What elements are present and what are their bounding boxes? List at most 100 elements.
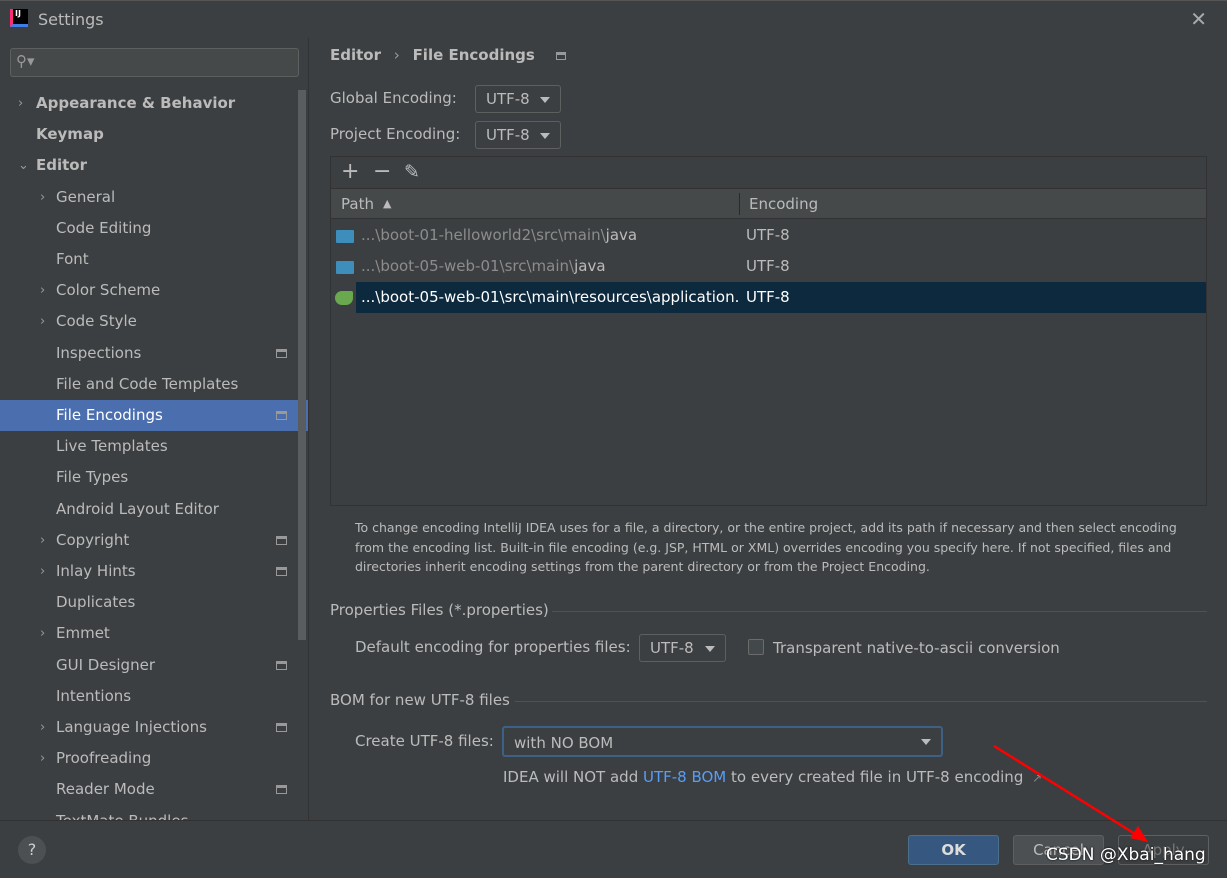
close-icon[interactable]: ✕ — [1190, 7, 1207, 31]
sidebar-item-android-layout-editor[interactable]: Android Layout Editor — [0, 494, 308, 525]
sidebar-item-inspections[interactable]: Inspections — [0, 338, 308, 369]
help-button[interactable]: ? — [18, 836, 46, 864]
sidebar-item-code-editing[interactable]: Code Editing — [0, 213, 308, 244]
add-icon[interactable]: + — [341, 159, 359, 184]
sidebar-item-label: Color Scheme — [56, 281, 161, 300]
project-scope-icon — [555, 52, 566, 60]
sidebar-item-font[interactable]: Font — [0, 244, 308, 275]
sidebar-item-file-encodings[interactable]: File Encodings — [0, 400, 308, 431]
watermark: CSDN @Xbai_hang — [1046, 845, 1206, 865]
intellij-logo-icon: IJ — [10, 9, 28, 27]
sidebar-item-label: Code Editing — [56, 218, 152, 237]
create-utf8-value: with NO BOM — [514, 734, 614, 752]
chevron-right-icon[interactable]: › — [40, 712, 45, 743]
project-encoding-select[interactable]: UTF-8 — [475, 121, 561, 149]
sidebar-item-code-style[interactable]: › Code Style — [0, 306, 308, 337]
column-path[interactable]: Path — [341, 195, 374, 213]
table-row[interactable]: ...\boot-05-web-01\src\main\java UTF-8 — [331, 251, 1206, 282]
sidebar-scrollbar[interactable] — [298, 90, 306, 640]
sidebar-item-general[interactable]: › General — [0, 182, 308, 213]
sidebar-item-inlay-hints[interactable]: › Inlay Hints — [0, 556, 308, 587]
sidebar-item-label: Font — [56, 250, 89, 268]
title-bar: IJ Settings ✕ — [0, 0, 1227, 38]
sidebar-item-label: Proofreading — [56, 749, 152, 768]
sidebar-item-textmate-bundles[interactable]: TextMate Bundles — [0, 806, 308, 820]
bom-note: IDEA will NOT add UTF-8 BOM to every cre… — [503, 768, 1042, 786]
chevron-right-icon[interactable]: › — [40, 743, 45, 774]
search-icon: ⚲▾ — [16, 52, 35, 70]
sidebar-item-label: Android Layout Editor — [56, 499, 219, 518]
table-row[interactable]: ...\boot-05-web-01\src\main\resources\ap… — [331, 282, 1206, 313]
sidebar-item-label: Language Injections — [56, 718, 207, 736]
sidebar-item-label: Code Style — [56, 312, 137, 331]
table-row[interactable]: ...\boot-01-helloworld2\src\main\java UTF… — [331, 220, 1206, 251]
sidebar-item-label: Inspections — [56, 343, 142, 362]
sidebar-item-emmet[interactable]: › Emmet — [0, 618, 308, 649]
table-toolbar: + − ✎ — [331, 157, 1206, 189]
sidebar-item-duplicates[interactable]: Duplicates — [0, 587, 308, 618]
sidebar-item-file-and-code-templates[interactable]: File and Code Templates — [0, 369, 308, 400]
create-utf8-select[interactable]: with NO BOM — [502, 726, 943, 757]
sidebar-item-file-types[interactable]: File Types — [0, 462, 308, 493]
row-path: ...\boot-05-web-01\src\main\resources\ap… — [356, 282, 739, 313]
sidebar-item-label: Duplicates — [56, 593, 136, 612]
sidebar-item-label: TextMate Bundles — [56, 806, 188, 820]
global-encoding-select[interactable]: UTF-8 — [475, 85, 561, 113]
column-encoding[interactable]: Encoding — [749, 195, 818, 213]
breadcrumb-current: File Encodings — [412, 46, 535, 64]
bom-note-text-end: to every created file in UTF-8 encoding — [726, 768, 1024, 786]
sidebar-item-reader-mode[interactable]: Reader Mode — [0, 774, 308, 805]
sidebar-item-keymap[interactable]: Keymap — [0, 119, 308, 150]
edit-icon[interactable]: ✎ — [404, 161, 420, 183]
row-encoding[interactable]: UTF-8 — [739, 251, 1206, 282]
properties-encoding-value: UTF-8 — [650, 639, 694, 657]
transparent-conversion-checkbox[interactable] — [748, 639, 764, 655]
project-scope-icon — [276, 785, 287, 795]
sidebar-item-proofreading[interactable]: › Proofreading — [0, 743, 308, 774]
transparent-conversion-label[interactable]: Transparent native-to-ascii conversion — [773, 639, 1060, 657]
bom-section-title: BOM for new UTF-8 files — [330, 691, 510, 709]
utf8-bom-link[interactable]: UTF-8 BOM — [643, 768, 726, 786]
sidebar-item-label: Reader Mode — [56, 780, 155, 799]
chevron-right-icon[interactable]: › — [40, 525, 45, 556]
row-encoding[interactable]: UTF-8 — [739, 220, 1206, 251]
sidebar-item-language-injections[interactable]: › Language Injections — [0, 712, 308, 743]
settings-sidebar: ⚲▾ › Appearance & Behavior Keymap ⌄ Editor › G… — [0, 38, 309, 820]
sidebar-item-label: Editor — [36, 156, 87, 175]
sidebar-item-gui-designer[interactable]: GUI Designer — [0, 650, 308, 681]
project-scope-icon — [276, 660, 287, 670]
create-utf8-label: Create UTF-8 files: — [355, 732, 494, 750]
sidebar-item-editor[interactable]: ⌄ Editor — [0, 150, 308, 181]
project-encoding-value: UTF-8 — [486, 126, 530, 144]
chevron-right-icon[interactable]: › — [40, 306, 45, 337]
sidebar-item-intentions[interactable]: Intentions — [0, 681, 308, 712]
sidebar-item-appearance-behavior[interactable]: › Appearance & Behavior — [0, 88, 308, 119]
project-scope-icon — [276, 535, 287, 545]
chevron-right-icon[interactable]: › — [40, 618, 45, 649]
path-name: ...\boot-05-web-01\src\main\resources\ap… — [361, 288, 739, 306]
breadcrumb-parent[interactable]: Editor — [330, 46, 381, 64]
row-encoding[interactable]: UTF-8 — [739, 282, 1206, 313]
project-scope-icon — [276, 723, 287, 732]
sidebar-item-color-scheme[interactable]: › Color Scheme — [0, 275, 308, 306]
properties-encoding-select[interactable]: UTF-8 — [639, 634, 726, 662]
search-input[interactable]: ⚲▾ — [10, 48, 299, 77]
chevron-right-icon[interactable]: › — [40, 556, 45, 587]
chevron-down-icon[interactable]: ⌄ — [18, 150, 29, 181]
sidebar-item-live-templates[interactable]: Live Templates — [0, 431, 308, 462]
properties-default-label: Default encoding for properties files: — [355, 638, 631, 656]
encoding-hint: To change encoding IntelliJ IDEA uses fo… — [355, 520, 1177, 574]
ok-button[interactable]: OK — [908, 835, 999, 865]
chevron-right-icon[interactable]: › — [40, 275, 45, 306]
remove-icon[interactable]: − — [373, 159, 391, 184]
sidebar-item-label: File and Code Templates — [56, 374, 239, 393]
sidebar-item-label: GUI Designer — [56, 655, 155, 674]
sidebar-item-copyright[interactable]: › Copyright — [0, 525, 308, 556]
properties-section-title: Properties Files (*.properties) — [330, 601, 549, 619]
sidebar-item-label: Appearance & Behavior — [36, 94, 236, 112]
project-scope-icon — [276, 411, 287, 420]
bom-note-text: IDEA will NOT add — [503, 768, 643, 786]
sidebar-item-label: Copyright — [56, 530, 130, 549]
chevron-right-icon[interactable]: › — [18, 88, 23, 119]
chevron-right-icon[interactable]: › — [40, 182, 45, 213]
